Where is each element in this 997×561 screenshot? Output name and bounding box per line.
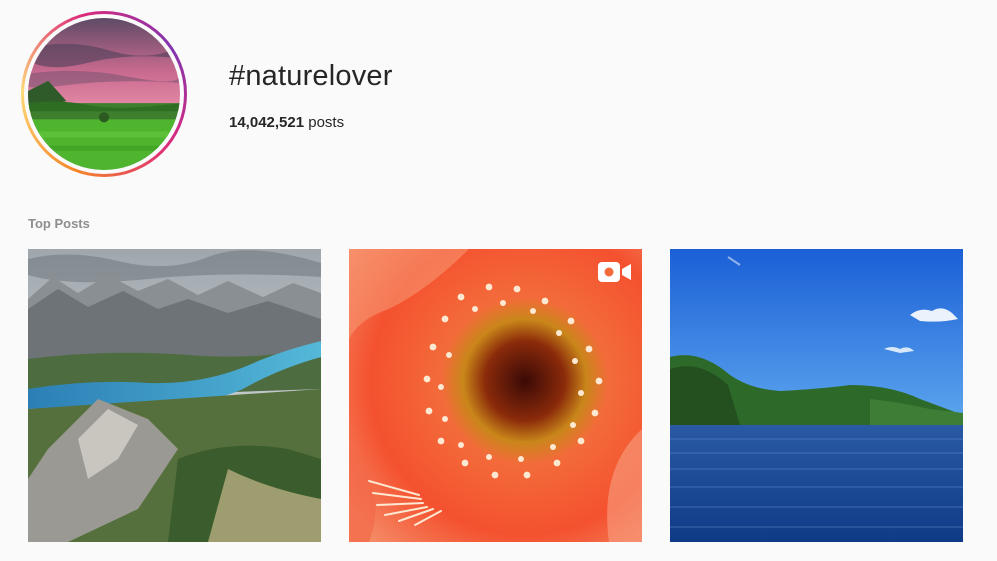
- video-icon: [598, 261, 632, 283]
- post-tile-2[interactable]: [349, 249, 642, 542]
- post-tile-1[interactable]: [28, 249, 321, 542]
- post-count-suffix: posts: [304, 114, 345, 131]
- post-image-red-flower: [349, 249, 642, 542]
- post-image-mountain-lake: [28, 249, 321, 542]
- hashtag-page: #naturelover 14,042,521 posts Top Posts: [0, 0, 997, 561]
- post-tile-3[interactable]: [670, 249, 963, 542]
- top-posts-heading: Top Posts: [28, 216, 90, 231]
- post-count-number: 14,042,521: [229, 114, 305, 131]
- hashtag-title: #naturelover: [229, 60, 393, 92]
- post-count: 14,042,521 posts: [229, 114, 344, 131]
- post-image-lake-forest: [670, 249, 963, 542]
- avatar-image: [28, 18, 180, 170]
- hashtag-avatar[interactable]: [21, 11, 187, 177]
